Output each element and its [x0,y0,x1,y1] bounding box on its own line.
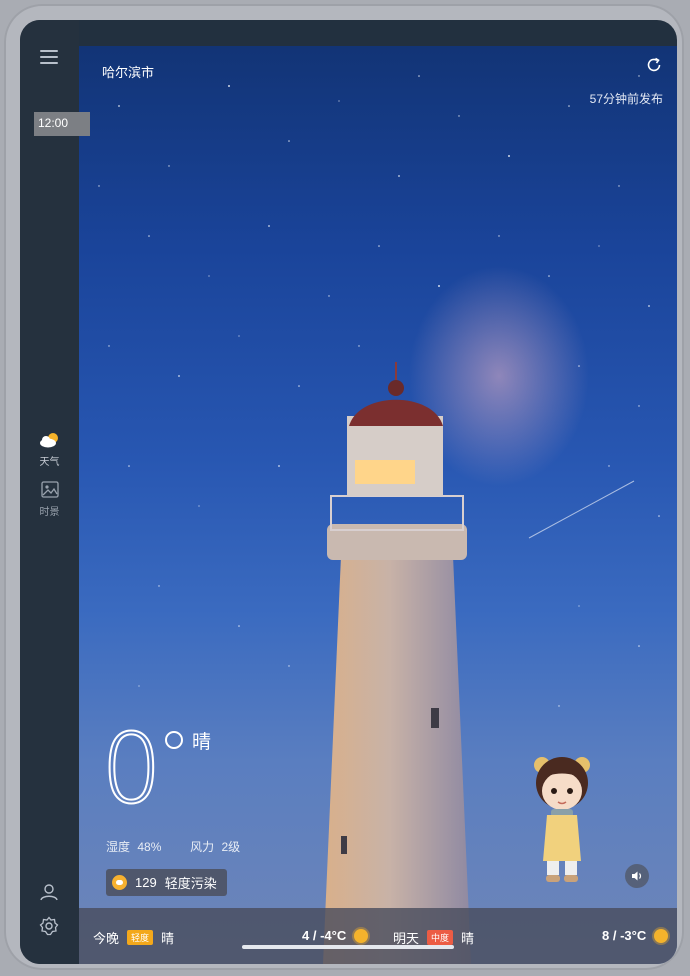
app-screen: 12:00 天气 时景 哈尔滨市 57分钟前发布 0 晴 湿度 48% 风力 2… [20,20,677,964]
forecast-condition-tomorrow: 晴 [461,931,475,946]
forecast-day-tonight: 今晚 [93,931,120,946]
aqi-badge[interactable]: 129 轻度污染 [106,869,227,896]
humidity-value: 48% [137,840,162,854]
city-name[interactable]: 哈尔滨市 [102,62,154,81]
aqi-level-badge-tonight: 轻度 [127,930,154,945]
weather-scene: 哈尔滨市 57分钟前发布 0 晴 湿度 48% 风力 2级 129 轻度污染 今… [79,46,677,964]
partly-cloudy-icon [39,433,58,448]
time-badge: 12:00 [34,112,90,136]
nav-item-weather[interactable]: 天气 [20,432,79,468]
settings-icon[interactable] [39,916,59,936]
forecast-tonight[interactable]: 今晚 轻度 晴 [93,928,174,947]
forecast-range-tonight: 4 / -4°C [302,928,347,943]
tablet-frame: 12:00 天气 时景 哈尔滨市 57分钟前发布 0 晴 湿度 48% 风力 2… [4,4,684,970]
home-indicator[interactable] [242,945,454,949]
sun-icon [654,928,669,943]
user-icon[interactable] [39,882,59,902]
publish-time: 57分钟前发布 [589,92,663,106]
image-icon [40,481,59,498]
aqi-value: 129 [135,875,157,890]
weather-details: 湿度 48% 风力 2级 [106,838,244,855]
forecast-condition-tonight: 晴 [161,931,175,946]
forecast-range-tomorrow: 8 / -3°C [602,928,647,943]
forecast-range-tomorrow-group: 8 / -3°C [602,928,669,943]
sound-button[interactable] [625,864,649,888]
menu-icon[interactable] [40,50,58,64]
aqi-level-badge-tomorrow: 中度 [427,930,454,945]
nav-label-weather: 天气 [39,457,60,468]
current-condition: 晴 [192,732,212,753]
sidebar: 12:00 天气 时景 [20,20,90,964]
wind-value: 2级 [221,840,241,854]
mascot-character-icon[interactable] [527,751,597,891]
nav-item-scene[interactable]: 时景 [20,481,79,518]
aqi-face-icon [112,875,127,890]
refresh-icon[interactable] [645,56,663,74]
forecast-range-tonight-group: 4 / -4°C [302,928,369,943]
sun-icon [354,928,369,943]
nav-label-scene: 时景 [39,507,60,518]
humidity-label: 湿度 [106,840,131,854]
speaker-icon [632,871,642,881]
current-temperature: 0 [100,713,163,825]
forecast-bar: 今晚 轻度 晴 4 / -4°C 明天 中度 晴 8 / -3°C [79,908,677,964]
aqi-text: 轻度污染 [164,876,217,891]
wind-label: 风力 [190,840,215,854]
degree-symbol [165,731,183,749]
